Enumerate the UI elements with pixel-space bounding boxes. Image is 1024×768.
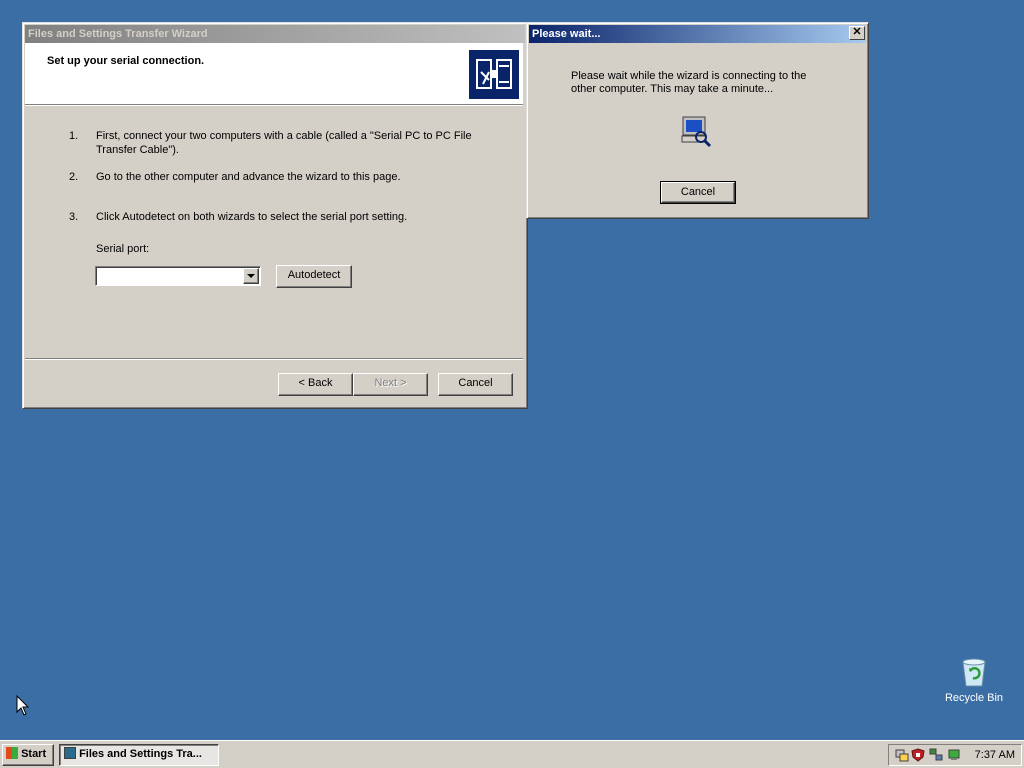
back-button[interactable]: < Back xyxy=(278,373,353,396)
wizard-header-panel xyxy=(25,43,523,104)
monitor-icon[interactable] xyxy=(947,748,961,762)
serial-port-select[interactable] xyxy=(95,266,261,286)
taskbar: Start Files and Settings Tra... 7:37 AM xyxy=(0,740,1024,768)
wizard-cancel-button[interactable]: Cancel xyxy=(438,373,513,396)
mouse-cursor-icon xyxy=(16,694,30,717)
step-3-number: 3. xyxy=(69,211,79,223)
step-1-text-line2: Transfer Cable"). xyxy=(96,144,179,156)
wait-message-line2: other computer. This may take a minute..… xyxy=(571,83,774,95)
clock[interactable]: 7:37 AM xyxy=(975,749,1015,761)
recycle-bin-icon xyxy=(959,656,989,688)
recycle-bin[interactable]: Recycle Bin xyxy=(940,656,1008,712)
taskbar-task-wizard[interactable]: Files and Settings Tra... xyxy=(59,744,219,766)
header-divider xyxy=(25,104,523,106)
autodetect-button[interactable]: Autodetect xyxy=(276,265,352,288)
footer-divider xyxy=(25,358,523,360)
wizard-header-title: Set up your serial connection. xyxy=(47,55,205,67)
task-label: Files and Settings Tra... xyxy=(79,748,202,760)
recycle-bin-label: Recycle Bin xyxy=(944,692,1004,704)
network-icon[interactable] xyxy=(895,748,909,762)
serial-port-label: Serial port: xyxy=(96,243,150,255)
wait-dialog-title: Please wait... xyxy=(532,28,601,40)
wizard-task-icon xyxy=(64,747,76,759)
chevron-down-icon xyxy=(247,274,255,279)
close-button[interactable]: ✕ xyxy=(849,26,865,40)
connection-icon[interactable] xyxy=(929,748,943,762)
serial-port-dropdown-button[interactable] xyxy=(243,268,259,284)
wait-dialog-titlebar[interactable]: Please wait... xyxy=(529,25,866,43)
system-tray: 7:37 AM xyxy=(888,744,1022,766)
next-button[interactable]: Next > xyxy=(353,373,428,396)
wait-cancel-button[interactable]: Cancel xyxy=(660,181,736,204)
shield-icon[interactable] xyxy=(911,748,925,762)
windows-logo-icon xyxy=(6,747,18,759)
wait-message-line1: Please wait while the wizard is connecti… xyxy=(571,70,807,82)
start-label: Start xyxy=(21,748,47,760)
wait-dialog: Please wait... ✕ Please wait while the w… xyxy=(526,22,869,219)
step-1-number: 1. xyxy=(69,130,79,142)
wizard-title: Files and Settings Transfer Wizard xyxy=(28,28,208,40)
transfer-wizard-icon xyxy=(469,50,519,99)
computer-search-icon xyxy=(679,115,713,149)
step-3-text: Click Autodetect on both wizards to sele… xyxy=(96,211,408,223)
wizard-titlebar[interactable]: Files and Settings Transfer Wizard xyxy=(25,25,525,43)
wizard-window: Files and Settings Transfer Wizard Set u… xyxy=(22,22,528,409)
step-1-text: First, connect your two computers with a… xyxy=(96,130,472,142)
start-button[interactable]: Start xyxy=(2,744,54,766)
close-icon: ✕ xyxy=(852,26,862,38)
step-2-text: Go to the other computer and advance the… xyxy=(96,171,401,183)
step-2-number: 2. xyxy=(69,171,79,183)
